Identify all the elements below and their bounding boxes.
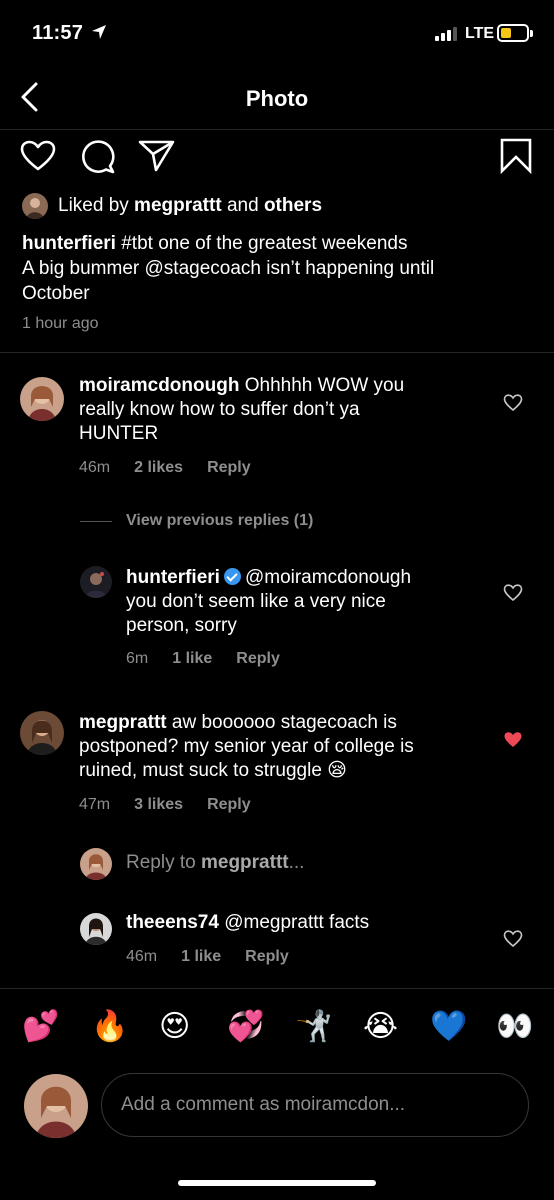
likes-middle: and bbox=[221, 195, 264, 216]
avatar[interactable] bbox=[20, 711, 64, 755]
emoji-button[interactable]: 😍 bbox=[159, 1008, 190, 1046]
comment-line: you don’t seem like a very nice bbox=[126, 591, 386, 612]
bookmark-icon[interactable] bbox=[499, 138, 533, 174]
heart-outline-icon[interactable] bbox=[503, 584, 523, 602]
comment-time: 6m bbox=[126, 650, 149, 667]
comment-meta: 46m 2 likes Reply bbox=[79, 459, 275, 477]
comment-meta: 46m 1 like Reply bbox=[126, 948, 313, 966]
caption-line3: October bbox=[22, 283, 90, 304]
comment-line[interactable]: @moiramcdonough bbox=[245, 567, 411, 588]
avatar bbox=[80, 848, 112, 880]
comment-likes[interactable]: 2 likes bbox=[134, 459, 183, 477]
reply-button[interactable]: Reply bbox=[207, 796, 251, 814]
comment-icon[interactable] bbox=[80, 139, 116, 175]
comment-text: hunterfieri @moiramcdonough you don’t see… bbox=[126, 566, 486, 638]
divider bbox=[0, 352, 554, 353]
comment-text: megprattt aw boooooo stagecoach is postp… bbox=[79, 711, 489, 783]
comment-text: moiramcdonough Ohhhhh WOW you really kno… bbox=[79, 374, 479, 446]
comment-line: aw boooooo stagecoach is bbox=[166, 712, 397, 733]
reply-to-user: megprattt bbox=[200, 852, 289, 873]
comment-username[interactable]: moiramcdonough bbox=[79, 375, 239, 396]
comment-text: theeens74 @megprattt facts bbox=[126, 911, 486, 935]
heart-filled-icon[interactable] bbox=[503, 731, 523, 749]
emoji-button[interactable]: 💞 bbox=[227, 1008, 264, 1046]
caption-line2: A big bummer @stagecoach isn’t happening… bbox=[22, 258, 435, 279]
comment-meta: 6m 1 like Reply bbox=[126, 650, 304, 668]
comment-line: Ohhhhh WOW you bbox=[239, 375, 405, 396]
home-indicator[interactable] bbox=[178, 1180, 376, 1186]
verified-badge-icon bbox=[223, 568, 241, 585]
avatar[interactable] bbox=[20, 377, 64, 421]
comment-time: 46m bbox=[126, 948, 158, 965]
comment-input[interactable]: Add a comment as moiramcdon... bbox=[101, 1073, 529, 1137]
divider bbox=[0, 988, 554, 989]
emoji-button[interactable]: 💕 bbox=[22, 1008, 59, 1046]
post-time: 1 hour ago bbox=[22, 315, 99, 332]
signal-icon bbox=[435, 27, 457, 41]
caption-username[interactable]: hunterfieri bbox=[22, 233, 116, 254]
reply-button[interactable]: Reply bbox=[236, 650, 280, 668]
nav-bar: Photo bbox=[0, 66, 554, 130]
heart-outline-icon[interactable] bbox=[503, 930, 523, 948]
emoji-button[interactable]: 💙 bbox=[430, 1008, 467, 1046]
likes-prefix: Liked by bbox=[58, 195, 135, 216]
comment-meta: 47m 3 likes Reply bbox=[79, 796, 275, 814]
comment-likes[interactable]: 1 like bbox=[172, 650, 212, 668]
avatar bbox=[22, 193, 48, 219]
battery-tip bbox=[530, 30, 533, 37]
status-time: 11:57 bbox=[32, 22, 84, 44]
avatar bbox=[24, 1074, 88, 1138]
comment-line: ruined, must suck to struggle 😪 bbox=[79, 760, 347, 781]
comment-likes[interactable]: 3 likes bbox=[134, 796, 183, 814]
likes-user[interactable]: megprattt bbox=[134, 195, 222, 217]
emoji-button[interactable]: 🤺 bbox=[295, 1008, 332, 1046]
reply-button[interactable]: Reply bbox=[207, 459, 251, 477]
comment-username[interactable]: megprattt bbox=[79, 712, 167, 733]
reply-to-suffix: ... bbox=[288, 852, 305, 873]
share-icon[interactable] bbox=[138, 139, 176, 173]
emoji-quick-reactions: 💕 🔥 😍 💞 🤺 😭 💙 👀 bbox=[0, 1008, 554, 1048]
comment-time: 47m bbox=[79, 796, 111, 813]
location-arrow-icon bbox=[92, 25, 106, 39]
comment-line: postponed? my senior year of college is bbox=[79, 736, 414, 757]
reply-to-prompt[interactable]: Reply to megprattt... bbox=[126, 852, 304, 874]
comment-username[interactable]: theeens74 bbox=[126, 912, 219, 933]
likes-summary[interactable]: Liked by megprattt and others bbox=[22, 192, 322, 220]
comment-likes[interactable]: 1 like bbox=[181, 948, 221, 966]
comment-line: @megprattt facts bbox=[218, 912, 370, 933]
emoji-button[interactable]: 😭 bbox=[363, 1008, 398, 1046]
battery-icon bbox=[497, 24, 529, 42]
avatar[interactable] bbox=[80, 566, 112, 598]
comment-line: really know how to suffer don’t ya bbox=[79, 399, 360, 420]
post-caption: hunterfieri #tbt one of the greatest wee… bbox=[22, 231, 522, 306]
comment-input-placeholder: Add a comment as moiramcdon... bbox=[121, 1094, 406, 1115]
heart-outline-icon[interactable] bbox=[20, 140, 56, 172]
likes-others[interactable]: others bbox=[264, 195, 322, 217]
comment-line: person, sorry bbox=[126, 615, 237, 636]
emoji-button[interactable]: 👀 bbox=[496, 1008, 533, 1046]
emoji-button[interactable]: 🔥 bbox=[91, 1008, 128, 1046]
reply-to-prefix: Reply to bbox=[126, 852, 201, 873]
comment-username[interactable]: hunterfieri bbox=[126, 567, 220, 588]
view-previous-label: View previous replies (1) bbox=[126, 512, 314, 529]
reply-button[interactable]: Reply bbox=[245, 948, 289, 966]
caption-line1: #tbt one of the greatest weekends bbox=[115, 233, 408, 254]
divider bbox=[80, 520, 112, 522]
heart-outline-icon[interactable] bbox=[503, 394, 523, 412]
page-title: Photo bbox=[245, 86, 309, 111]
avatar[interactable] bbox=[80, 913, 112, 945]
comment-time: 46m bbox=[79, 459, 111, 476]
view-previous-replies[interactable]: View previous replies (1) bbox=[80, 512, 313, 530]
network-label: LTE bbox=[465, 25, 495, 42]
comment-line: HUNTER bbox=[79, 423, 159, 444]
status-bar: 11:57 LTE bbox=[0, 0, 554, 66]
